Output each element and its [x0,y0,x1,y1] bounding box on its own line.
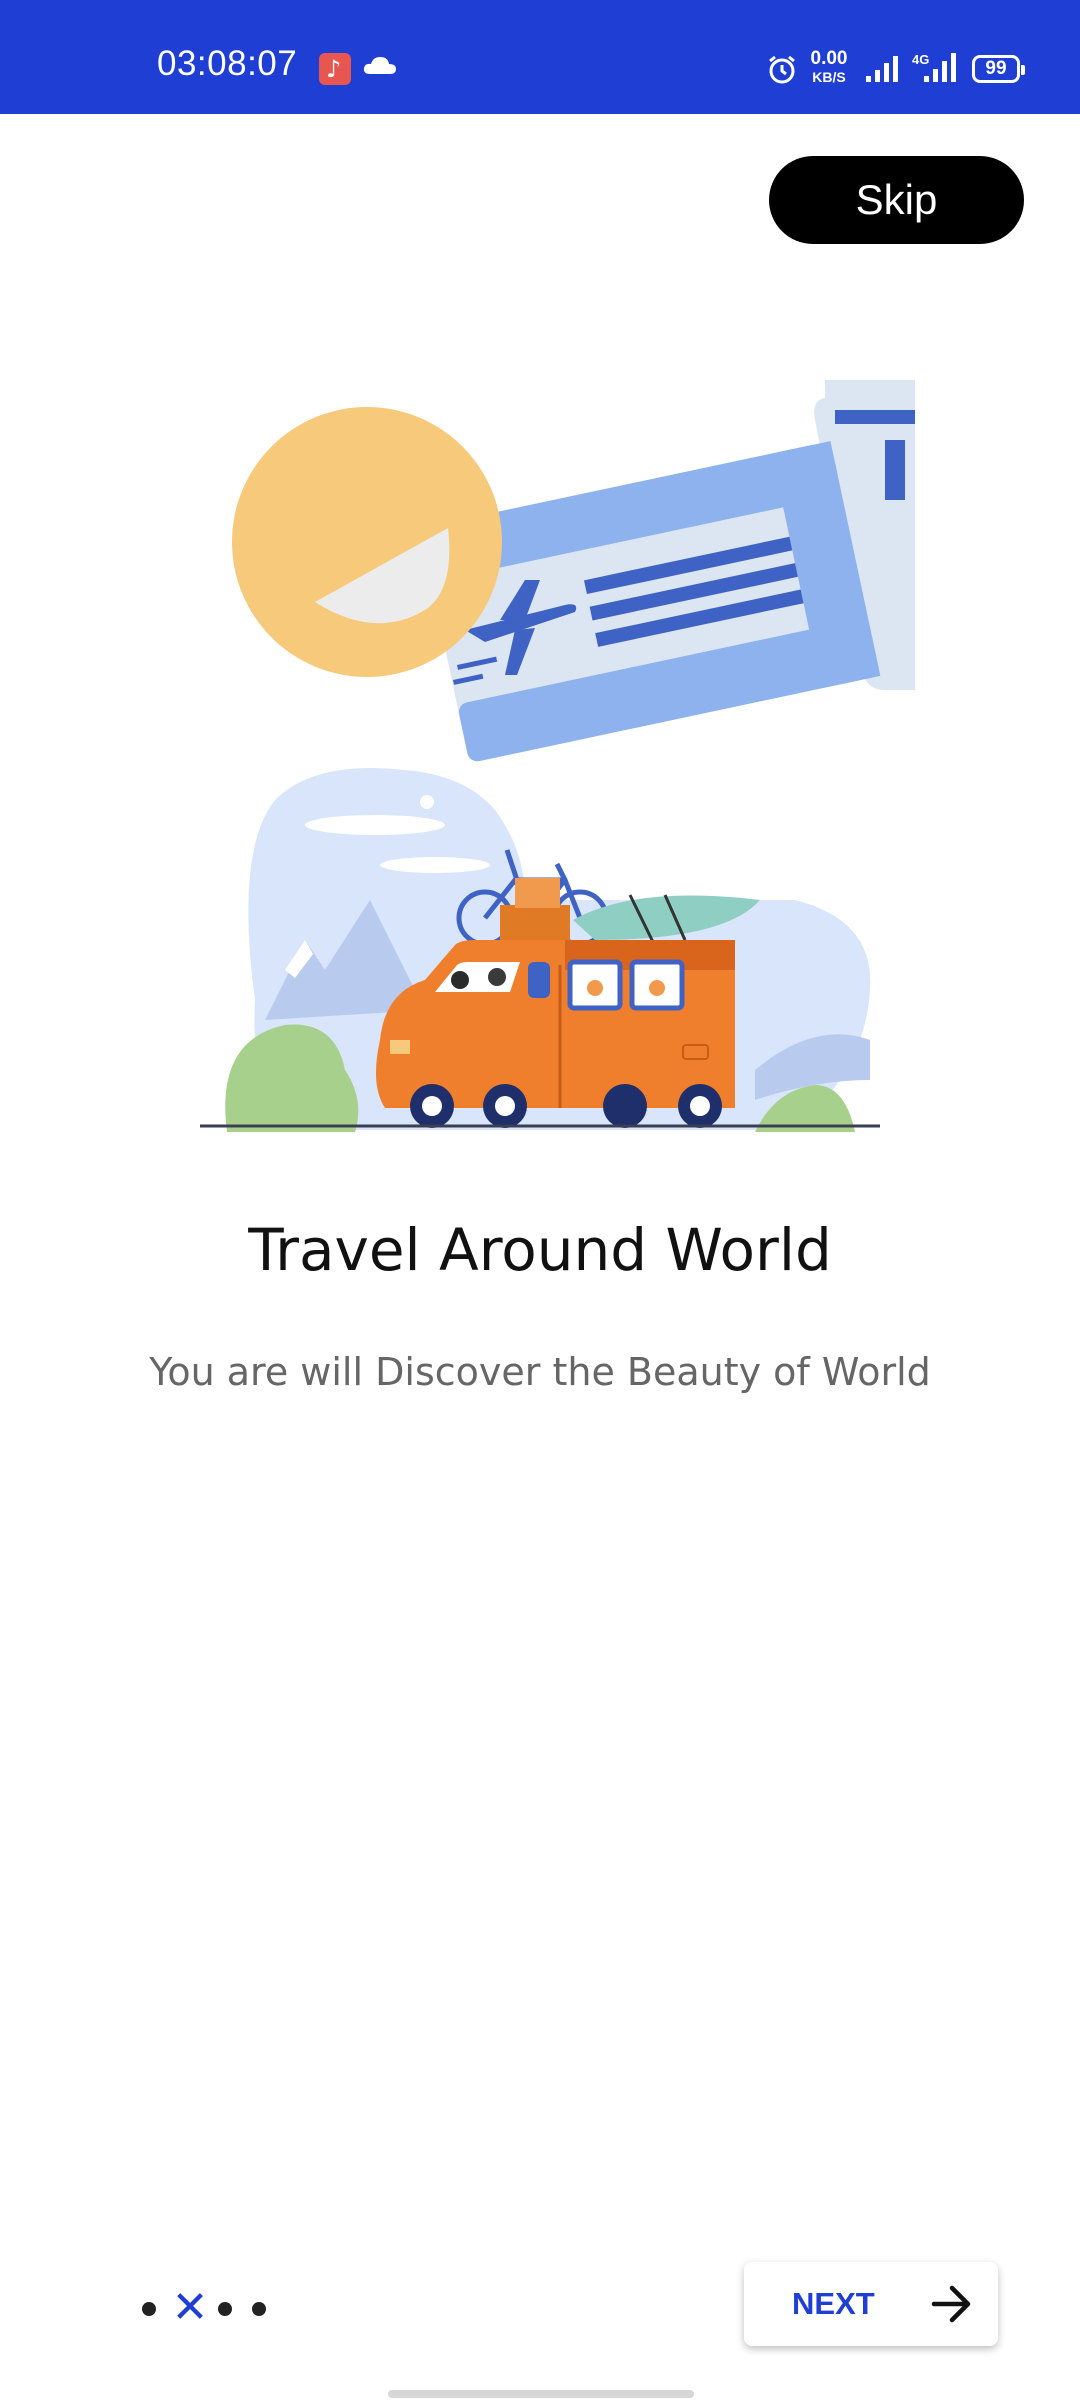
status-bar: 03:08:07 0.00 KB/S 4G 99 [0,0,1080,114]
home-indicator[interactable] [388,2390,694,2398]
page-indicator: ✕ [138,2284,278,2332]
travel-illustration [200,380,915,1132]
page-dot-active: ✕ [171,2282,209,2333]
page-dot-1 [142,2302,156,2316]
onboarding-subtitle: You are will Discover the Beauty of Worl… [149,1350,931,1394]
status-time: 03:08:07 [157,44,298,83]
next-button-label: NEXT [792,2286,875,2321]
signal-4g-icon [924,53,956,82]
alarm-icon [769,55,795,84]
skip-button[interactable]: Skip [769,156,1024,244]
music-app-icon [319,53,351,85]
next-button[interactable]: NEXT [744,2262,998,2346]
cloud-icon [363,57,396,74]
arrow-right-icon [931,2285,971,2323]
sun-illustration [232,407,502,677]
battery-level: 99 [985,58,1007,79]
net-speed: 0.00 KB/S [806,48,852,86]
onboarding-title: Travel Around World [248,1216,832,1284]
page-dot-3 [218,2302,232,2316]
signal-icon [866,56,898,82]
net-speed-value: 0.00 [810,48,848,69]
battery-icon: 99 [972,55,1025,83]
net-speed-unit: KB/S [812,69,846,85]
page-dot-4 [252,2302,266,2316]
